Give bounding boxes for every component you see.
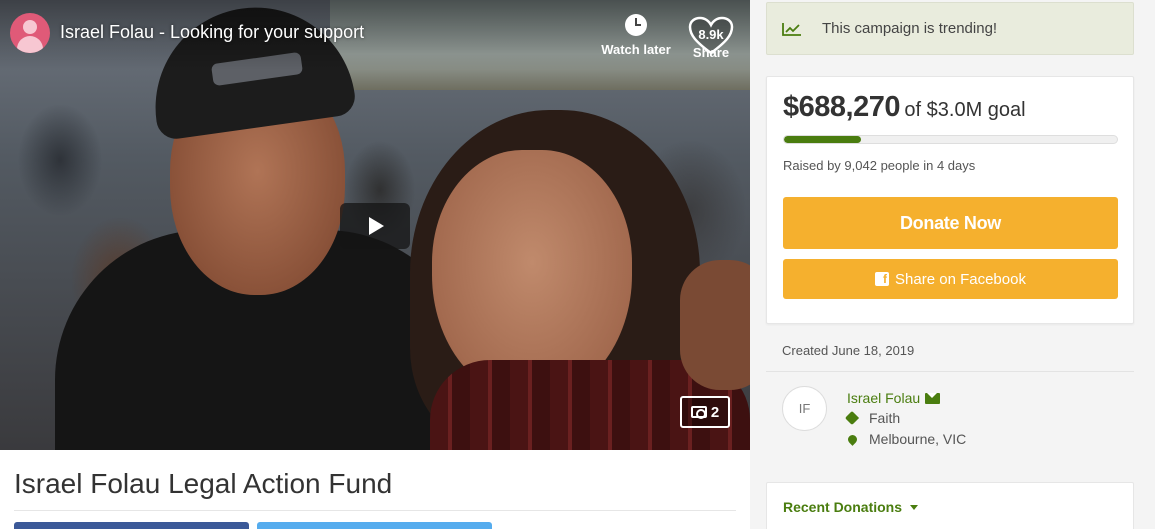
tag-icon [844,410,860,426]
caret-down-icon [910,504,919,510]
video-title[interactable]: Israel Folau - Looking for your support [60,22,364,43]
divider [14,510,736,511]
location-row: Melbourne, VIC [846,431,967,447]
watch-later-label: Watch later [601,42,671,57]
video-arm [680,260,750,390]
category-row: Faith [844,410,900,426]
twitter-share-button[interactable] [257,522,492,529]
share-button[interactable]: 8.9k Share [686,16,736,62]
share-on-facebook-button[interactable]: f Share on Facebook [783,259,1118,299]
donation-card: $688,270 of $3.0M goal Raised by 9,042 p… [766,76,1134,324]
campaign-title: Israel Folau Legal Action Fund [14,468,393,499]
camera-icon [690,406,707,419]
watch-later-button[interactable]: Watch later [596,14,676,57]
recent-donations-label: Recent Donations [783,499,903,515]
avatar-head [23,20,37,34]
category-label[interactable]: Faith [869,410,900,426]
recent-donations-toggle[interactable]: Recent Donations [783,499,919,515]
clock-icon [625,14,647,36]
trending-banner: This campaign is trending! [766,2,1134,55]
donate-now-button[interactable]: Donate Now [783,197,1118,249]
mail-icon[interactable] [925,392,941,404]
share-label: Share [692,45,730,60]
goal-text: of $3.0M goal [904,99,1026,121]
organizer-name-link[interactable]: Israel Folau [847,390,941,406]
created-date: Created June 18, 2019 [782,343,915,358]
divider [766,371,1134,372]
location-pin-icon [846,432,859,446]
location-label: Melbourne, VIC [869,431,967,447]
raised-by-text: Raised by 9,042 people in 4 days [783,158,976,173]
video-player[interactable]: Israel Folau - Looking for your support … [0,0,750,450]
play-button[interactable] [340,203,410,249]
photo-count: 2 [710,403,720,421]
avatar-body [17,36,43,53]
organizer-name: Israel Folau [847,390,921,406]
recent-donations-card: Recent Donations [766,482,1134,529]
progress-bar [783,135,1118,144]
campaign-main: Israel Folau - Looking for your support … [0,0,750,529]
raised-amount: $688,270 [783,91,900,123]
trending-text: This campaign is trending! [822,20,998,37]
organizer-avatar[interactable]: IF [782,386,827,431]
facebook-icon: f [875,272,890,286]
trending-chart-icon [782,22,801,36]
progress-fill [784,136,861,143]
share-count: 8.9k [698,27,724,42]
facebook-share-button[interactable] [14,522,249,529]
channel-avatar[interactable] [10,13,50,53]
photo-gallery-button[interactable]: 2 [680,396,730,428]
share-facebook-label: Share on Facebook [895,270,1026,288]
raised-summary: $688,270 of $3.0M goal [783,91,1026,124]
